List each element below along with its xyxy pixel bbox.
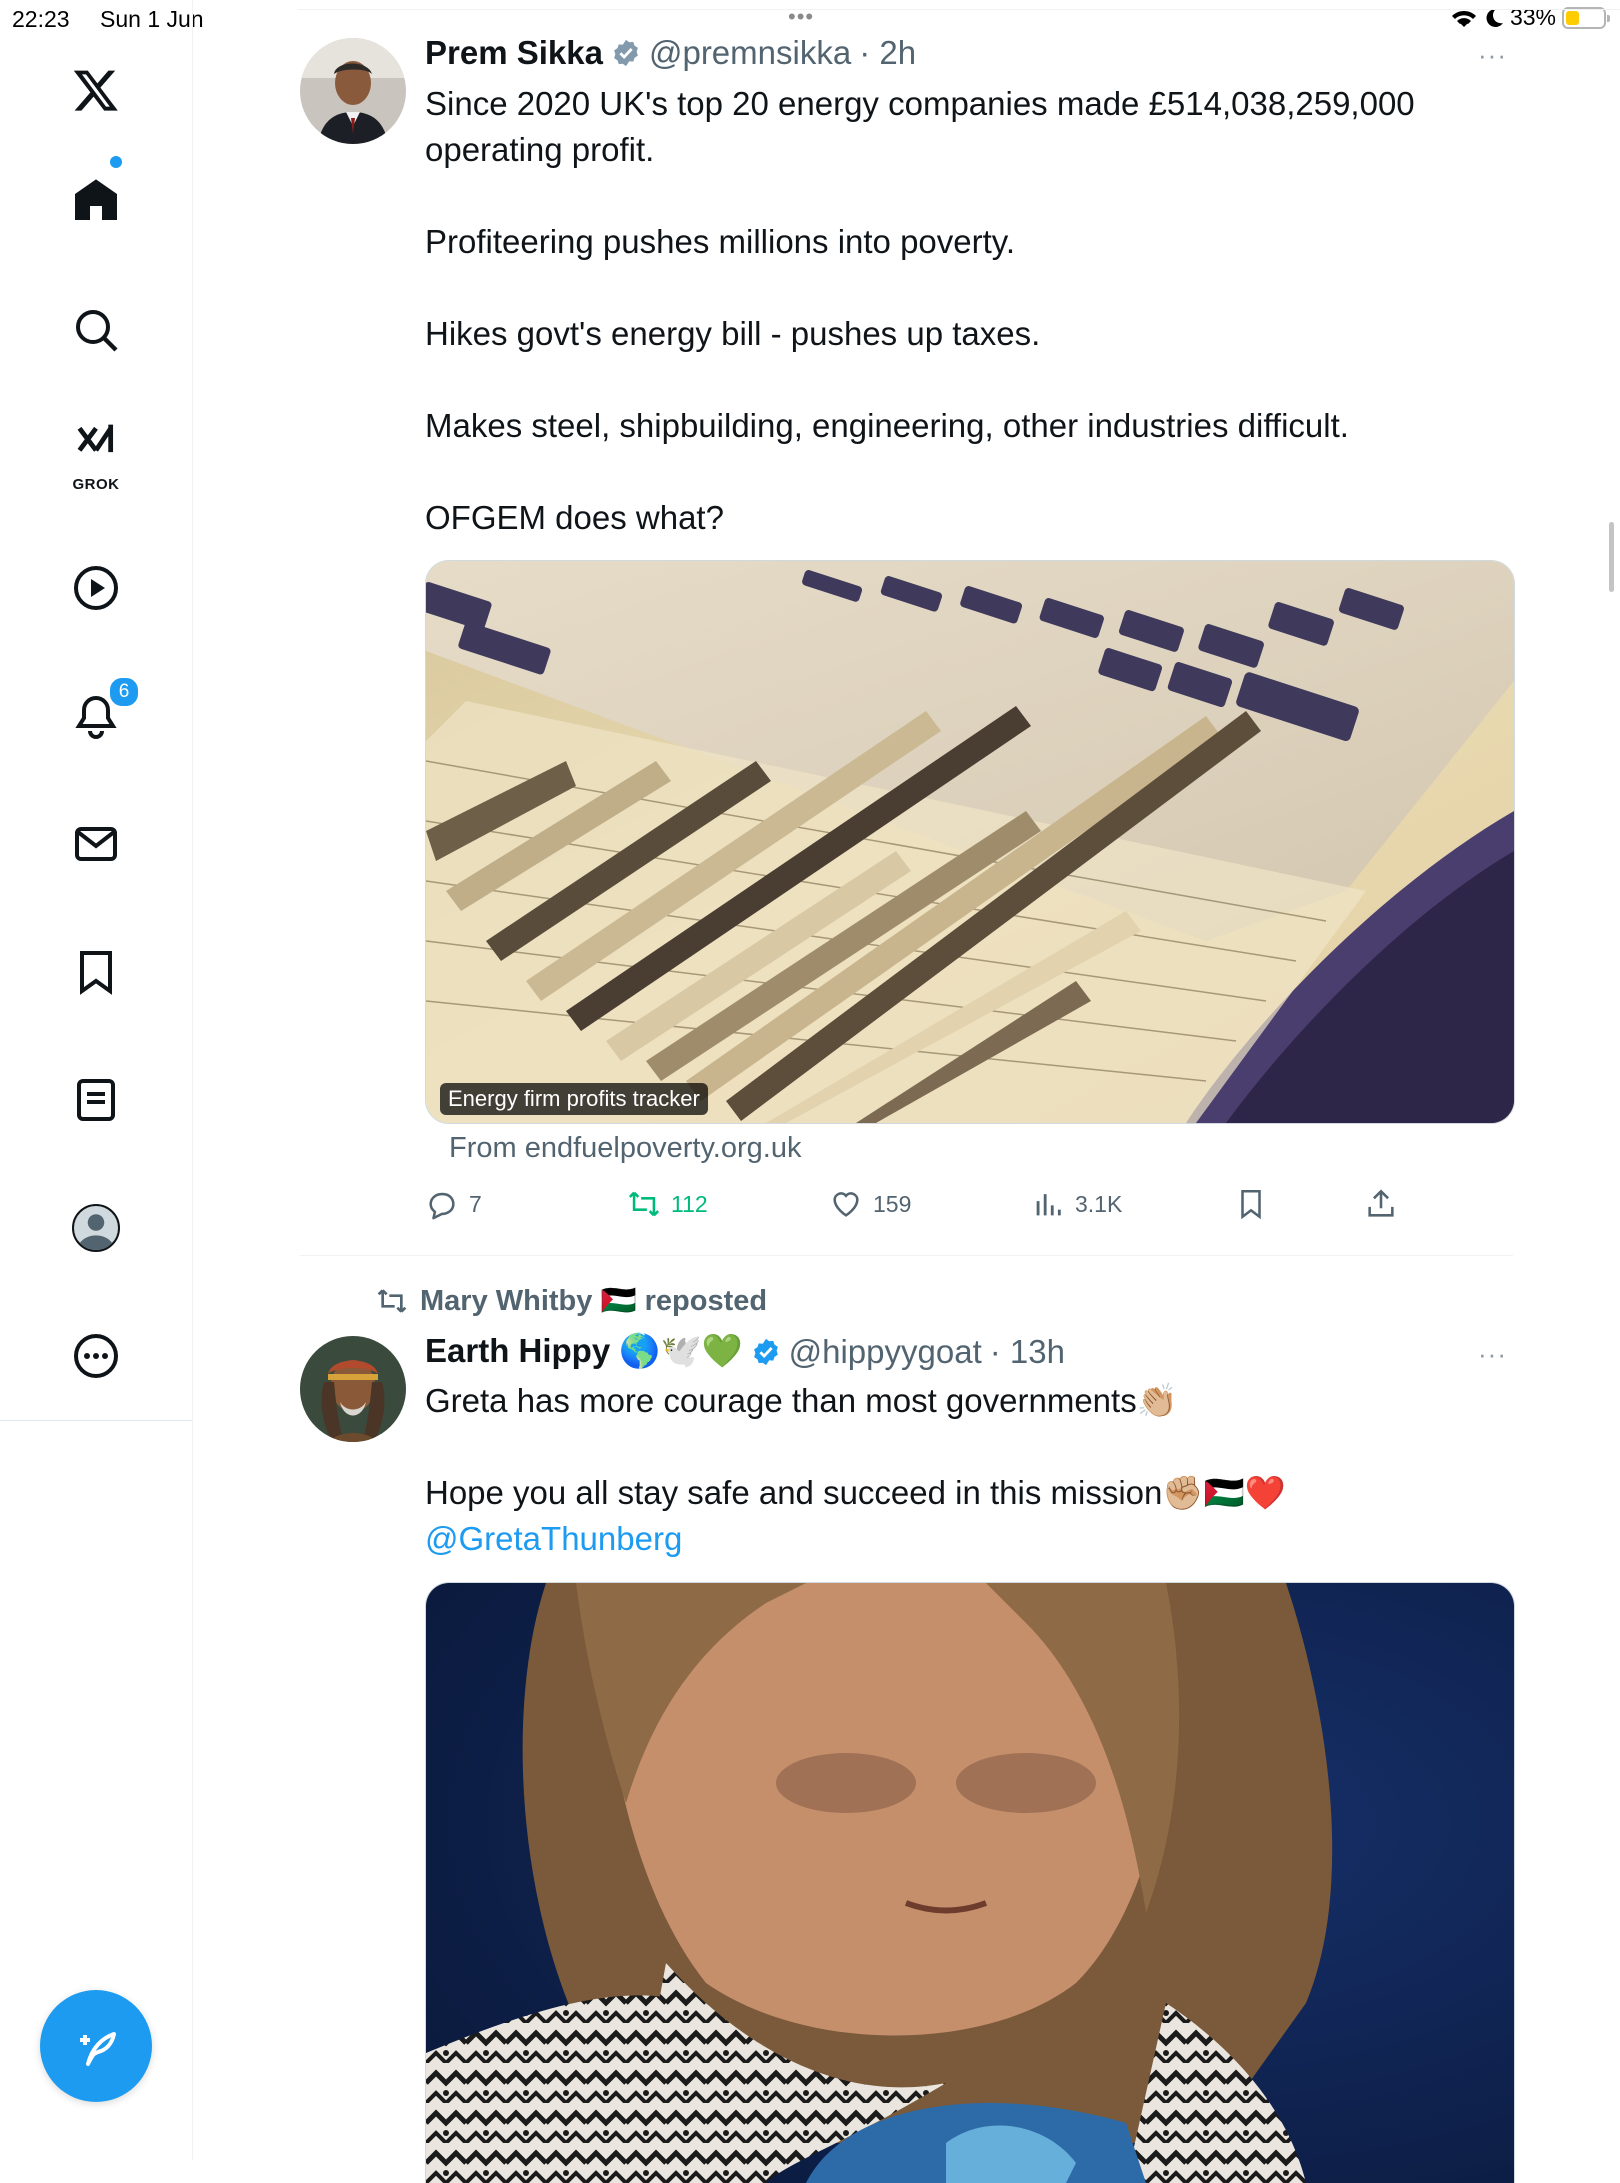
- more-circle-icon: [74, 1334, 118, 1378]
- tweet-header: Earth Hippy 🌎🕊️💚 @hippyygoat · 13h: [425, 1332, 1065, 1371]
- tweet-link-card-image[interactable]: Energy firm profits tracker: [425, 560, 1515, 1124]
- link-card-title: Energy firm profits tracker: [440, 1083, 708, 1115]
- tweet-text-line-1: Greta has more courage than most governm…: [425, 1382, 1178, 1419]
- views-count: 3.1K: [1075, 1190, 1123, 1217]
- compose-feather-icon: [80, 2032, 116, 2066]
- play-circle-icon: [74, 566, 118, 610]
- tweet-time[interactable]: · 13h: [990, 1333, 1065, 1371]
- analytics-icon: [1036, 1194, 1061, 1216]
- nav-lists[interactable]: [52, 1056, 140, 1144]
- repost-count: 112: [671, 1190, 708, 1217]
- video-frame-illustration: [426, 1583, 1514, 2183]
- reply-icon: [429, 1192, 455, 1220]
- tweet-divider: [300, 1255, 1513, 1256]
- tweet-more-button[interactable]: ···: [1478, 40, 1507, 71]
- compose-button[interactable]: [40, 1990, 152, 2102]
- tweet-avatar[interactable]: [300, 1336, 406, 1442]
- notifications-badge: 6: [108, 676, 140, 708]
- chart-photo-illustration: [426, 561, 1514, 1123]
- share-button[interactable]: [1364, 1187, 1398, 1221]
- bookmark-icon: [1241, 1189, 1261, 1220]
- verified-badge-icon: [614, 39, 638, 67]
- tweet-header: Prem Sikka @premnsikka · 2h: [425, 34, 916, 72]
- tweet-handle[interactable]: @premnsikka: [649, 34, 851, 72]
- nav-videos[interactable]: [52, 544, 140, 632]
- multitask-dots[interactable]: •••: [788, 4, 814, 30]
- grok-label: GROK: [72, 476, 120, 493]
- home-unread-dot: [110, 156, 122, 168]
- grok-icon: [77, 424, 114, 453]
- heart-icon: [833, 1192, 859, 1217]
- sidebar: GROK 6: [0, 0, 193, 2160]
- home-icon: [75, 179, 117, 220]
- views-button[interactable]: 3.1K: [1031, 1187, 1122, 1221]
- tweet-author-name[interactable]: Prem Sikka: [425, 34, 603, 72]
- nav-more[interactable]: [52, 1312, 140, 1400]
- scroll-indicator[interactable]: [1609, 522, 1614, 592]
- mention-link[interactable]: @GretaThunberg: [425, 1516, 682, 1562]
- repost-context[interactable]: Mary Whitby 🇵🇸 reposted: [376, 1284, 767, 1318]
- bookmark-icon: [80, 951, 112, 995]
- sidebar-divider: [0, 1420, 192, 1421]
- reposted-by: Mary Whitby 🇵🇸 reposted: [420, 1285, 768, 1317]
- nav-grok[interactable]: GROK: [52, 408, 140, 496]
- reply-button[interactable]: 7: [425, 1187, 482, 1221]
- tweet-more-button[interactable]: ···: [1478, 1339, 1507, 1370]
- top-divider: [298, 9, 1620, 10]
- nav-profile[interactable]: [52, 1184, 140, 1272]
- share-icon: [1368, 1189, 1394, 1217]
- nav-bookmarks[interactable]: [52, 928, 140, 1016]
- nav-home[interactable]: [52, 156, 140, 244]
- verified-badge-icon: [753, 1338, 778, 1365]
- bookmark-button[interactable]: [1234, 1187, 1268, 1221]
- profile-avatar: [72, 1204, 120, 1252]
- nav-messages[interactable]: [52, 800, 140, 888]
- tweet-text-line-2: Hope you all stay safe and succeed in th…: [425, 1474, 1286, 1511]
- tweet-handle[interactable]: @hippyygoat: [789, 1333, 982, 1371]
- tweet-avatar[interactable]: [300, 38, 406, 144]
- repost-icon: [377, 1289, 407, 1313]
- tweet-time[interactable]: · 2h: [859, 34, 916, 72]
- link-source[interactable]: From endfuelpoverty.org.uk: [449, 1132, 801, 1165]
- like-count: 159: [873, 1190, 912, 1217]
- tweet-author-name[interactable]: Earth Hippy 🌎🕊️💚: [425, 1332, 743, 1371]
- repost-icon: [628, 1191, 660, 1217]
- reply-count: 7: [469, 1190, 482, 1217]
- like-button[interactable]: 159: [829, 1187, 911, 1221]
- mail-icon: [75, 827, 117, 861]
- list-icon: [77, 1079, 115, 1121]
- search-icon: [76, 310, 118, 352]
- nav-notifications[interactable]: 6: [52, 672, 140, 760]
- x-logo-icon[interactable]: [52, 46, 140, 134]
- repost-button[interactable]: 112: [627, 1187, 708, 1221]
- tweet-text: Since 2020 UK's top 20 energy companies …: [425, 85, 1415, 536]
- nav-search[interactable]: [52, 286, 140, 374]
- tweet-video[interactable]: [425, 1582, 1515, 2183]
